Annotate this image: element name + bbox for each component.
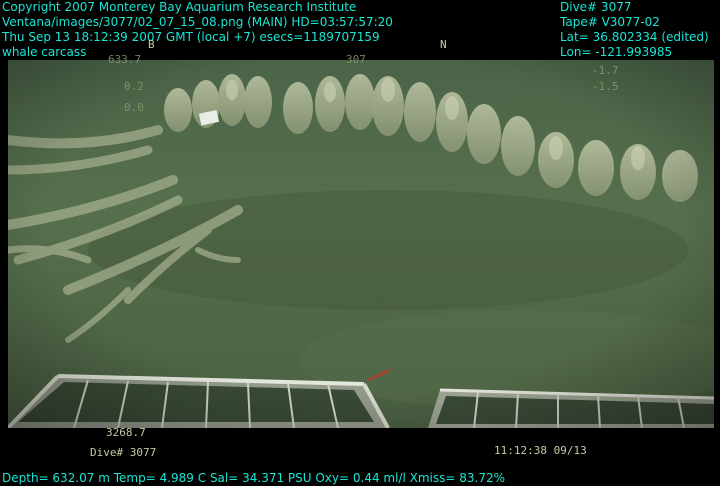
- heading-left-value: 633.7: [108, 53, 142, 66]
- underwater-scene: [8, 60, 714, 428]
- video-frame: Copyright 2007 Monterey Bay Aquarium Res…: [0, 0, 720, 486]
- video-clock: 11:12:38 09/13: [494, 444, 587, 457]
- heading-right-value: 307: [346, 53, 366, 66]
- tape-number: Tape# V3077-02: [560, 15, 660, 29]
- latitude-text: Lat= 36.802334 (edited): [560, 30, 709, 44]
- roll-value: 0.0: [124, 101, 144, 114]
- right-value-top: -1.7: [592, 64, 619, 77]
- depth-small-value: 3268.7: [106, 426, 146, 439]
- compass-b-label: B: [148, 38, 155, 51]
- image-path-text: Ventana/images/3077/02_07_15_08.png (MAI…: [2, 15, 393, 29]
- right-value: -1.5: [592, 80, 619, 93]
- subject-text: whale carcass: [2, 45, 87, 59]
- compass-n-label: N: [440, 38, 447, 51]
- dive-number: Dive# 3077: [560, 0, 632, 14]
- dive-small-label: Dive# 3077: [90, 446, 157, 459]
- longitude-text: Lon= -121.993985: [560, 45, 673, 59]
- copyright-text: Copyright 2007 Monterey Bay Aquarium Res…: [2, 0, 357, 14]
- datetime-text: Thu Sep 13 18:12:39 2007 GMT (local +7) …: [2, 30, 380, 44]
- sensor-readout: Depth= 632.07 m Temp= 4.989 C Sal= 34.37…: [2, 471, 506, 485]
- pitch-value: 0.2: [124, 80, 144, 93]
